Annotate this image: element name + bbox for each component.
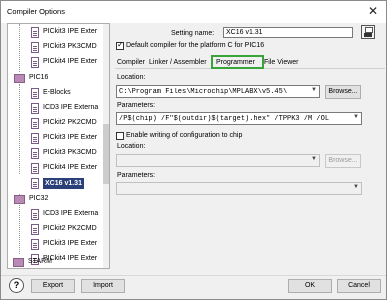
tree-group-label: PIC32 xyxy=(29,195,49,202)
tree-group-label: STARM xyxy=(28,258,52,265)
parameters-label: Parameters: xyxy=(117,102,156,109)
location-browse-button[interactable]: Browse... xyxy=(325,85,361,99)
tab-linker-assembler[interactable]: Linker / Assembler xyxy=(149,59,207,66)
tree-item[interactable]: PICkit3 IPE Exter xyxy=(8,26,104,41)
tree-item-label: E-Blocks xyxy=(43,89,71,96)
document-icon xyxy=(31,133,39,144)
document-icon xyxy=(31,148,39,159)
default-compiler-label: Default compiler for the platform C for … xyxy=(126,42,265,49)
tree-item-label: PICkit4 IPE Exter xyxy=(43,164,98,171)
compiler-options-window: Compiler Options ✕ PICkit3 IPE Exter PIC… xyxy=(0,0,387,300)
folder-icon xyxy=(14,195,25,204)
tree-group-pic16[interactable]: PIC16 xyxy=(8,72,104,87)
config-browse-button[interactable]: Browse... xyxy=(325,154,361,168)
title-bar: Compiler Options ✕ xyxy=(1,1,386,23)
tree-item-label: ICD3 IPE Externa xyxy=(43,104,99,111)
parameters-combobox[interactable]: /P$(chip) /F"$(outdir)$(target).hex" /TP… xyxy=(116,112,362,125)
setting-name-label: Setting name: xyxy=(171,30,215,37)
tree-item[interactable]: PICkit3 IPE Exter xyxy=(8,238,104,253)
chevron-down-icon: ▼ xyxy=(311,87,317,93)
document-icon xyxy=(31,88,39,99)
document-icon xyxy=(31,103,39,114)
window-title: Compiler Options xyxy=(7,7,65,16)
tree-scrollbar[interactable] xyxy=(103,24,109,268)
config-location-combobox[interactable]: ▼ xyxy=(116,154,320,167)
location-combobox[interactable]: C:\Program Files\Microchip\MPLABX\v5.45\… xyxy=(116,85,320,98)
tree-item[interactable]: ICD3 IPE Externa xyxy=(8,102,104,117)
document-icon xyxy=(31,27,39,38)
tree-item[interactable]: PICkit4 IPE Exter xyxy=(8,162,104,177)
parameters-value: /P$(chip) /F"$(outdir)$(target).hex" /TP… xyxy=(119,115,330,123)
export-button[interactable]: Export xyxy=(31,279,75,293)
location-label: Location: xyxy=(117,74,146,81)
tree-item-label: PICkit2 PK2CMD xyxy=(43,119,97,126)
tree-group-pic32[interactable]: PIC32 xyxy=(8,193,104,208)
tree-group-label: PIC16 xyxy=(29,74,49,81)
tree-item-label: PICkit3 IPE Exter xyxy=(43,240,98,247)
document-icon xyxy=(31,178,39,189)
tree-item[interactable]: ICD3 IPE Externa xyxy=(8,208,104,223)
tree-item[interactable]: PICkit3 PK3CMD xyxy=(8,41,104,56)
folder-icon xyxy=(13,258,24,267)
tree-item-label: PICkit3 PK3CMD xyxy=(43,149,97,156)
tree-item-label: XC16 v1.31 xyxy=(43,178,84,189)
tree-item-label: PICkit2 PK2CMD xyxy=(43,225,97,232)
tree-item-label: ICD3 IPE Externa xyxy=(43,210,99,217)
ok-button[interactable]: OK xyxy=(288,279,332,293)
default-compiler-checkbox[interactable] xyxy=(116,40,124,50)
tree-item-selected[interactable]: XC16 v1.31 xyxy=(8,177,104,192)
tree-item[interactable]: PICkit3 IPE Exter xyxy=(8,132,104,147)
compiler-tree[interactable]: PICkit3 IPE Exter PICkit3 PK3CMD PICkit4… xyxy=(7,23,110,269)
footer-separator xyxy=(1,275,386,276)
close-icon[interactable]: ✕ xyxy=(368,4,378,18)
tree-item[interactable]: E-Blocks xyxy=(8,87,104,102)
document-icon xyxy=(31,42,39,53)
enable-config-checkbox[interactable] xyxy=(116,132,124,140)
folder-icon xyxy=(14,74,25,83)
document-icon xyxy=(31,163,39,174)
cancel-button[interactable]: Cancel xyxy=(337,279,381,293)
programmer-tab-highlight xyxy=(211,55,264,69)
location-value: C:\Program Files\Microchip\MPLABX\v5.45\ xyxy=(119,88,288,96)
enable-config-label: Enable writing of configuration to chip xyxy=(126,132,243,139)
chevron-down-icon: ▼ xyxy=(353,114,359,120)
setting-name-input[interactable]: XC16 v1.31 xyxy=(223,27,353,38)
tree-item[interactable]: PICkit4 IPE Exter xyxy=(8,56,104,71)
tree-item-label: PICkit4 IPE Exter xyxy=(43,58,98,65)
config-location-label: Location: xyxy=(117,143,146,150)
tab-compiler[interactable]: Compiler xyxy=(117,59,145,66)
chevron-down-icon: ▼ xyxy=(353,184,359,190)
document-icon xyxy=(31,118,39,129)
tree-group-starm[interactable]: STARM xyxy=(7,256,103,271)
tree-item-label: PICkit3 IPE Exter xyxy=(43,134,98,141)
document-icon xyxy=(31,239,39,250)
import-button[interactable]: Import xyxy=(81,279,125,293)
tree-scrollbar-thumb[interactable] xyxy=(103,124,109,184)
tab-file-viewer[interactable]: File Viewer xyxy=(264,59,299,66)
config-parameters-label: Parameters: xyxy=(117,172,156,179)
config-parameters-combobox[interactable]: ▼ xyxy=(116,182,362,195)
help-icon[interactable]: ? xyxy=(9,278,24,293)
tree-item[interactable]: PICkit2 PK2CMD xyxy=(8,117,104,132)
tree-item-label: PICkit3 PK3CMD xyxy=(43,43,97,50)
tree-item[interactable]: PICkit2 PK2CMD xyxy=(8,223,104,238)
document-icon xyxy=(31,224,39,235)
tree-item-label: PICkit3 IPE Exter xyxy=(43,28,98,35)
chevron-down-icon: ▼ xyxy=(311,156,317,162)
tree-item[interactable]: PICkit3 PK3CMD xyxy=(8,147,104,162)
document-icon xyxy=(31,57,39,68)
save-icon[interactable] xyxy=(361,25,375,39)
document-icon xyxy=(31,209,39,220)
